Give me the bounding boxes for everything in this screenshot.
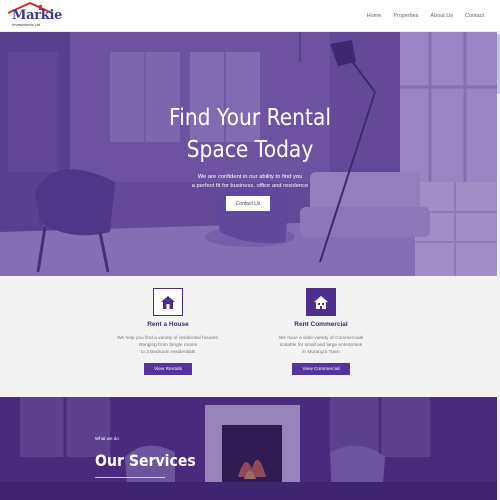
nav-contact[interactable]: Contact [465,13,484,19]
services-divider [95,477,165,478]
rent-commercial-description-line: suitable for small and large enterprises [279,343,363,349]
nav-properties[interactable]: Properties [393,13,418,19]
rent-commercial-title: Rent Commercial [294,321,348,328]
building-icon [306,288,336,316]
rent-commercial-description-line: We have a wide variety of Commercials [278,336,364,341]
services-title: Our Services [95,451,196,470]
rent-commercial-description: We have a wide variety of Commercials su… [236,335,406,357]
rental-options-section: Rent a House We help you find a variety … [0,276,500,397]
services-kicker: What we do [95,436,119,441]
hero-subtitle-line-1: We are confident in our ability to find … [197,174,303,180]
rent-house-description: We help you find a variety of residentia… [83,335,253,357]
rent-commercial-description-line: in Murang'a Town [302,350,340,356]
hero-section: Find Your Rental Space Today We are conf… [0,32,500,276]
hero-title: Find Your Rental Space Today [30,102,470,166]
hero-subtitle: We are confident in our ability to find … [0,173,500,191]
rent-commercial-card: Rent Commercial We have a wide variety o… [236,288,406,376]
rent-house-description-line: We help you find a variety of residentia… [117,336,219,341]
hero-subtitle-line-2: a perfect fit for business, office and r… [191,183,309,189]
logo-name: Markie [12,8,63,23]
house-icon [153,288,183,316]
rent-house-description-line: Ranging from Single rooms [138,343,198,349]
hero-title-line-1: Find Your Rental [169,105,331,131]
contact-us-button[interactable]: Contact Us [226,196,270,211]
rent-house-card: Rent a House We help you find a variety … [83,288,253,376]
services-overlay [0,397,500,500]
logo-tagline: Investments Ltd [12,22,41,27]
site-logo[interactable]: Markie Investments Ltd [6,2,62,30]
rent-house-title: Rent a House [147,321,189,328]
services-section: What we do Our Services [0,397,500,500]
rent-house-description-line: to 3 Bedroom residentials [140,350,196,356]
view-rentals-button[interactable]: View Rentals [144,363,192,376]
main-nav: Home Properties About Us Contact [367,13,484,19]
hero-title-line-2: Space Today [186,137,314,163]
nav-about-us[interactable]: About Us [430,13,453,19]
site-header: Markie Investments Ltd Home Properties A… [0,0,500,32]
view-commercial-button[interactable]: View Commercial [292,363,350,376]
nav-home[interactable]: Home [367,13,382,19]
